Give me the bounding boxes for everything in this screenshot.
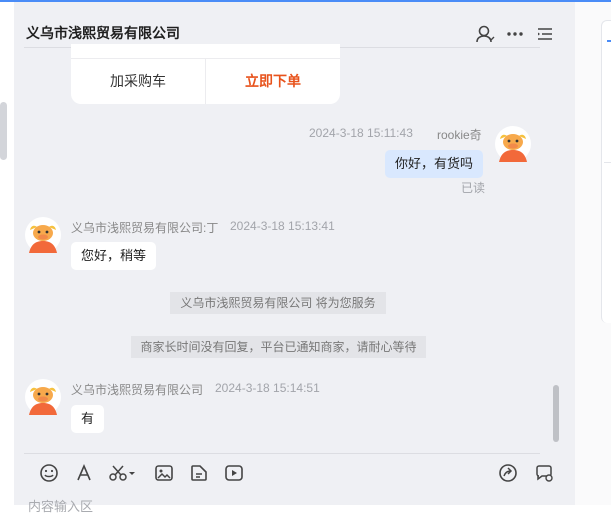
share-icon[interactable] xyxy=(498,463,518,483)
emoji-icon[interactable] xyxy=(39,463,59,483)
video-icon[interactable] xyxy=(224,463,244,483)
right-panel-card xyxy=(601,20,611,323)
add-to-cart-button[interactable]: 加采购车 xyxy=(71,59,205,104)
toolbar-divider xyxy=(24,453,540,454)
chat-title: 义乌市浅熙贸易有限公司 xyxy=(26,25,180,41)
user-avatar[interactable] xyxy=(495,126,531,162)
chat-scrollbar[interactable] xyxy=(553,385,559,442)
message-bubble: 有 xyxy=(71,405,105,433)
image-icon[interactable] xyxy=(154,463,174,483)
message-timestamp: 2024-3-18 15:13:41 xyxy=(230,219,335,233)
message-sender: 义乌市浅熙贸易有限公司 xyxy=(71,383,204,397)
message-sender: 义乌市浅熙贸易有限公司:丁 xyxy=(71,221,219,235)
message-bubble: 您好，稍等 xyxy=(71,242,157,270)
user-icon[interactable] xyxy=(475,24,495,44)
right-panel-divider xyxy=(604,162,611,163)
shop-avatar[interactable] xyxy=(25,217,61,253)
right-panel-accent xyxy=(607,40,611,42)
file-icon[interactable] xyxy=(189,463,209,483)
read-status: 已读 xyxy=(461,181,486,195)
list-icon[interactable] xyxy=(535,24,555,44)
font-icon[interactable] xyxy=(74,463,94,483)
chat-settings-icon[interactable] xyxy=(534,463,554,483)
more-icon[interactable] xyxy=(505,24,525,44)
message-timestamp: 2024-3-18 15:14:51 xyxy=(215,381,320,395)
system-notice: 义乌市浅熙贸易有限公司 将为您服务 xyxy=(170,292,386,314)
order-now-button[interactable]: 立即下单 xyxy=(206,59,340,104)
shop-avatar[interactable] xyxy=(25,379,61,415)
left-scrollbar[interactable] xyxy=(0,102,7,160)
scissors-icon[interactable] xyxy=(108,463,138,483)
product-card: 加采购车 立即下单 xyxy=(71,44,340,104)
message-timestamp: 2024-3-18 15:11:43 xyxy=(309,126,413,140)
message-bubble: 你好，有货吗 xyxy=(385,150,484,178)
system-notice: 商家长时间没有回复，平台已通知商家，请耐心等待 xyxy=(131,336,426,358)
message-input-placeholder[interactable]: 内容输入区 xyxy=(28,496,93,515)
left-panel xyxy=(0,2,14,505)
message-sender: rookie奇 xyxy=(437,128,482,142)
